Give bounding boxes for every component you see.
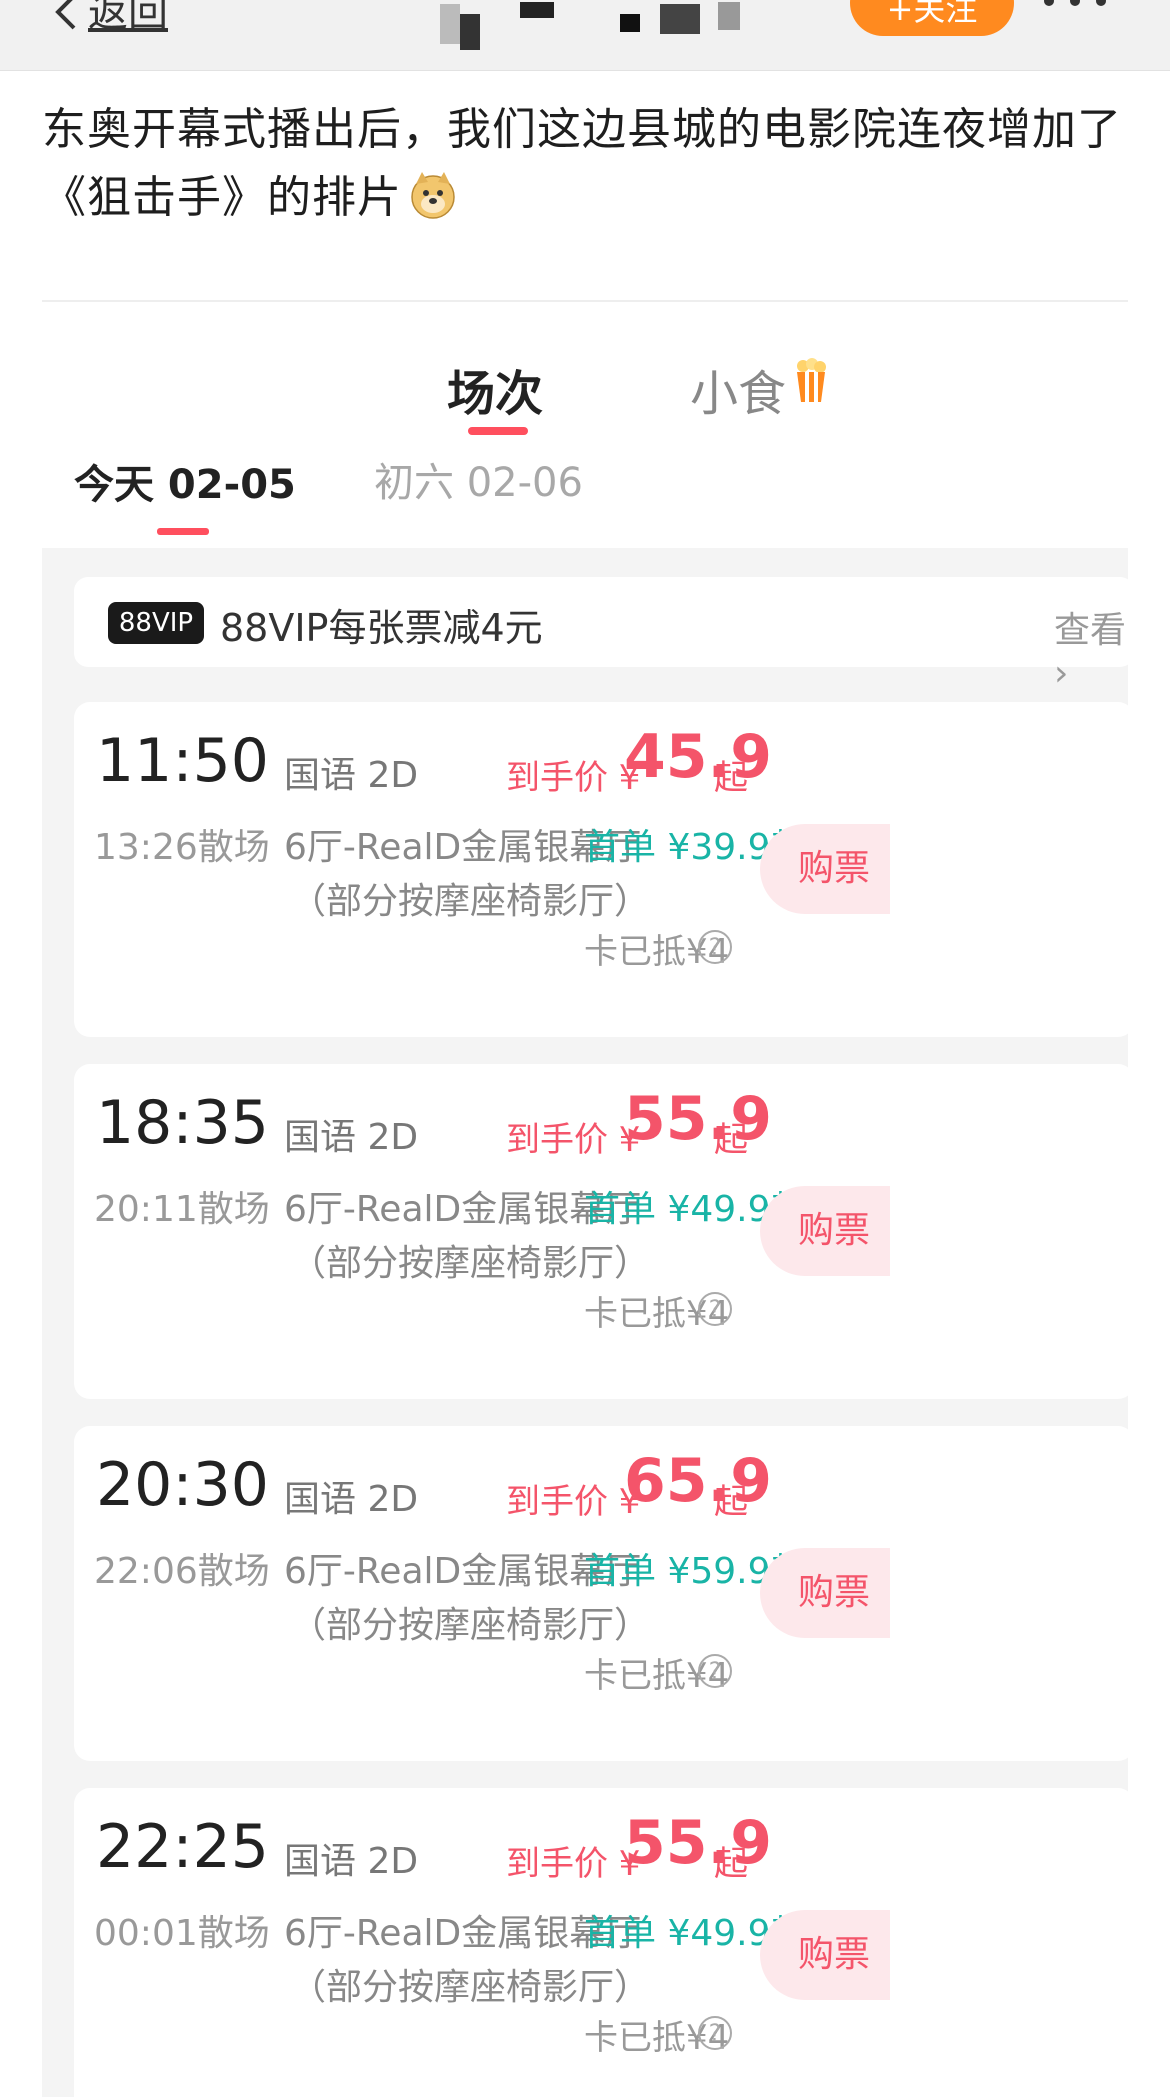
date-tab-today[interactable]: 今天 02-05 xyxy=(74,452,296,510)
price-suffix: 起 xyxy=(714,1482,748,1522)
tab-snacks[interactable]: 小食 xyxy=(690,354,786,424)
start-time: 11:50 xyxy=(96,726,269,796)
help-icon[interactable]: ? xyxy=(698,930,732,964)
end-time: 20:11散场 xyxy=(94,1189,270,1230)
hall-note: （部分按摩座椅影厅） xyxy=(290,881,651,922)
hall-note: （部分按摩座椅影厅） xyxy=(290,1605,651,1646)
buy-ticket-button[interactable]: 购票 xyxy=(760,824,890,914)
price-suffix: 起 xyxy=(714,1120,748,1160)
language-format: 国语 2D xyxy=(284,1841,419,1882)
price-label: 到手价 ¥ xyxy=(506,1844,641,1884)
hall-note: （部分按摩座椅影厅） xyxy=(290,1243,651,1284)
app-tab-bar: 场次 小食 xyxy=(42,302,1128,452)
embedded-ticket-screenshot: 场次 小食 今天 02-05 初六 02-06 88VIP 88VIP每张票减4… xyxy=(42,302,1128,2097)
follow-button[interactable]: +关注 xyxy=(850,0,1014,36)
vip-badge: 88VIP xyxy=(108,602,204,644)
active-tab-indicator xyxy=(468,427,528,435)
vip-discount-banner[interactable]: 88VIP 88VIP每张票减4元 查看 › xyxy=(74,577,1128,694)
session-card[interactable]: 18:35 20:11散场 国语 2D 6厅-RealD金属银幕厅 （部分按摩座… xyxy=(74,1064,1128,1399)
date-tab-next[interactable]: 初六 02-06 xyxy=(374,450,583,508)
help-icon[interactable]: ? xyxy=(698,2016,732,2050)
vip-view-link[interactable]: 查看 › xyxy=(1054,601,1128,694)
language-format: 国语 2D xyxy=(284,1117,419,1158)
price-value: 55.9 xyxy=(624,1808,773,1878)
session-card[interactable]: 22:25 00:01散场 国语 2D 6厅-RealD金属银幕厅 （部分按摩座… xyxy=(74,1788,1128,2097)
end-time: 00:01散场 xyxy=(94,1913,270,1954)
price-label: 到手价 ¥ xyxy=(506,758,641,798)
buy-ticket-button[interactable]: 购票 xyxy=(760,1548,890,1638)
popcorn-icon xyxy=(797,358,826,402)
price-label: 到手价 ¥ xyxy=(506,1482,641,1522)
start-time: 18:35 xyxy=(96,1088,269,1158)
back-label: 返回 xyxy=(88,0,168,36)
language-format: 国语 2D xyxy=(284,755,419,796)
post-text: 东奥开幕式播出后，我们这边县城的电影院连夜增加了《狙击手》的排片 xyxy=(42,104,1122,223)
top-nav-bar: 返回 +关注 xyxy=(0,0,1170,71)
language-format: 国语 2D xyxy=(284,1479,419,1520)
buy-ticket-button[interactable]: 购票 xyxy=(760,1910,890,2000)
blurred-username xyxy=(440,0,740,56)
start-time: 20:30 xyxy=(96,1450,269,1520)
price-suffix: 起 xyxy=(714,758,748,798)
buy-ticket-button[interactable]: 购票 xyxy=(760,1186,890,1276)
hall-note: （部分按摩座椅影厅） xyxy=(290,1967,651,2008)
date-tab-indicator xyxy=(157,528,209,535)
session-card[interactable]: 11:50 13:26散场 国语 2D 6厅-RealD金属银幕厅 （部分按摩座… xyxy=(74,702,1128,1037)
price-suffix: 起 xyxy=(714,1844,748,1884)
start-time: 22:25 xyxy=(96,1812,269,1882)
doge-emoji-icon xyxy=(411,172,455,219)
price-value: 45.9 xyxy=(624,722,773,792)
price-value: 65.9 xyxy=(624,1446,773,1516)
session-card[interactable]: 20:30 22:06散场 国语 2D 6厅-RealD金属银幕厅 （部分按摩座… xyxy=(74,1426,1128,1761)
back-button[interactable]: 返回 xyxy=(48,0,168,34)
price-label: 到手价 ¥ xyxy=(506,1120,641,1160)
end-time: 13:26散场 xyxy=(94,827,270,868)
help-icon[interactable]: ? xyxy=(698,1654,732,1688)
chevron-left-icon xyxy=(55,0,76,30)
price-value: 55.9 xyxy=(624,1084,773,1154)
help-icon[interactable]: ? xyxy=(698,1292,732,1326)
post-body: 东奥开幕式播出后，我们这边县城的电影院连夜增加了《狙击手》的排片 xyxy=(42,96,1132,232)
more-icon[interactable] xyxy=(1040,0,1110,18)
end-time: 22:06散场 xyxy=(94,1551,270,1592)
vip-text: 88VIP每张票减4元 xyxy=(220,606,543,650)
tab-sessions[interactable]: 场次 xyxy=(447,354,543,424)
